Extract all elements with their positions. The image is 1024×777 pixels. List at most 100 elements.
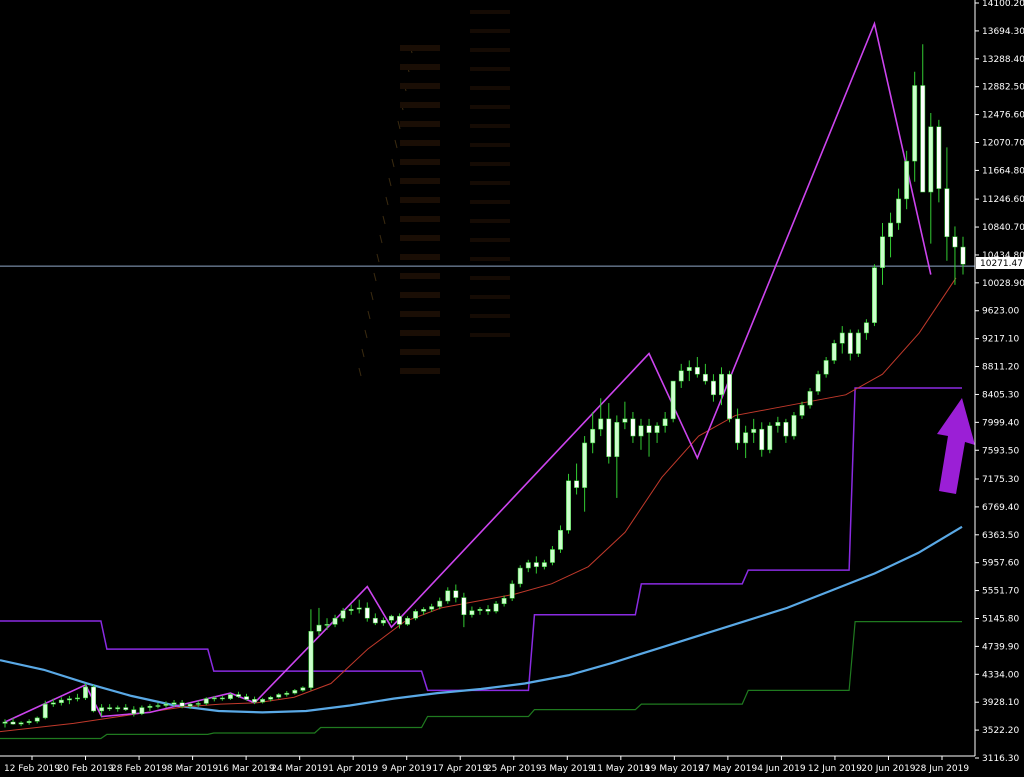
current-price-label: 10271.47 [980,259,1023,269]
artifact-block [400,273,440,279]
bull-candle [26,721,32,723]
bull-candle [686,367,692,372]
bull-candle [888,222,893,237]
bull-candle [147,705,153,708]
price-tick-label: 3116.30 [982,754,1019,764]
artifact-block [470,124,510,128]
bull-candle [171,702,177,705]
bear-candle [10,721,16,725]
bull-candle [421,609,427,612]
bear-candle [372,617,378,624]
bull-candle [896,198,902,224]
bull-candle [904,160,910,200]
price-tick-label: 5145.80 [982,614,1019,624]
artifact-block [470,105,510,109]
bull-candle [871,267,877,323]
artifact-block [470,276,510,280]
date-tick-label: 16 Mar 2019 [218,764,275,774]
bull-candle [227,694,233,699]
bear-candle [91,686,97,712]
price-tick-label: 11246.60 [982,195,1024,205]
price-tick-label: 3928.10 [982,698,1019,708]
bear-candle [123,707,129,710]
artifact-block [400,235,440,241]
bull-candle [807,391,813,406]
price-tick-label: 12882.50 [982,83,1024,93]
date-tick-label: 3 May 2019 [541,764,594,774]
date-tick-label: 17 Apr 2019 [432,764,488,774]
bull-candle [300,687,306,691]
bull-candle [332,617,338,625]
bear-candle [533,562,539,567]
bull-candle [380,620,386,624]
bull-candle [187,703,193,707]
bull-candle [654,425,660,433]
bull-candle [863,322,869,334]
artifact-block [470,162,510,166]
artifact-block [400,140,440,146]
bull-candle [670,380,676,420]
price-chart[interactable]: 14100.20 13694.30 13288.40 12882.50 12476.60… [0,0,1024,777]
bear-candle [783,422,789,437]
bear-candle [702,373,708,382]
date-tick-label: 11 May 2019 [591,764,650,774]
date-tick-label: 19 May 2019 [645,764,704,774]
bull-candle [582,442,588,488]
bull-candle [99,707,105,712]
artifact-block [470,295,510,299]
bull-candle [493,603,499,612]
bull-candle [195,703,201,705]
bull-candle [405,617,410,625]
bull-candle [34,717,40,722]
bull-candle [678,370,684,382]
artifact-block [470,200,510,204]
bull-candle [2,721,8,724]
bear-candle [960,246,966,265]
artifact-block [400,216,440,222]
bear-candle [397,615,402,625]
artifact-block [400,64,440,70]
bear-candle [606,418,612,457]
date-tick-label: 9 Apr 2019 [382,764,432,774]
bear-candle [847,332,853,354]
bull-candle [66,698,72,701]
bear-candle [179,702,185,707]
bull-candle [42,703,48,719]
artifact-block [400,349,440,355]
price-tick-label: 8811.20 [982,363,1019,373]
artifact-block [470,219,510,223]
bull-candle [638,425,644,437]
artifact-block [400,159,440,165]
bear-candle [485,609,491,612]
artifact-block [470,29,510,33]
artifact-block [400,311,440,317]
artifact-block [470,257,510,261]
bull-candle [155,705,161,707]
artifact-block [400,292,440,298]
bull-candle [58,699,64,704]
bull-candle [751,428,757,433]
bull-candle [566,480,571,531]
date-tick-label: 20 Feb 2019 [58,764,114,774]
price-tick-label: 12070.70 [982,139,1024,149]
artifact-block [470,143,510,147]
bull-candle [316,624,322,632]
bull-candle [525,562,531,569]
price-tick-label: 4739.90 [982,642,1019,652]
artifact-block [470,10,510,14]
bear-candle [710,380,716,396]
price-tick-label: 12476.60 [982,111,1024,121]
bear-candle [252,699,258,703]
bull-candle [115,707,121,710]
bull-candle [799,404,805,416]
artifact-block [400,254,440,260]
bear-candle [574,480,580,488]
artifact-block [470,48,510,52]
artifact-block [400,330,440,336]
bear-candle [944,188,950,237]
bull-candle [413,611,419,619]
bull-candle [203,698,209,704]
artifact-block [400,368,440,374]
artifact-block [400,102,440,108]
bear-candle [936,126,942,189]
